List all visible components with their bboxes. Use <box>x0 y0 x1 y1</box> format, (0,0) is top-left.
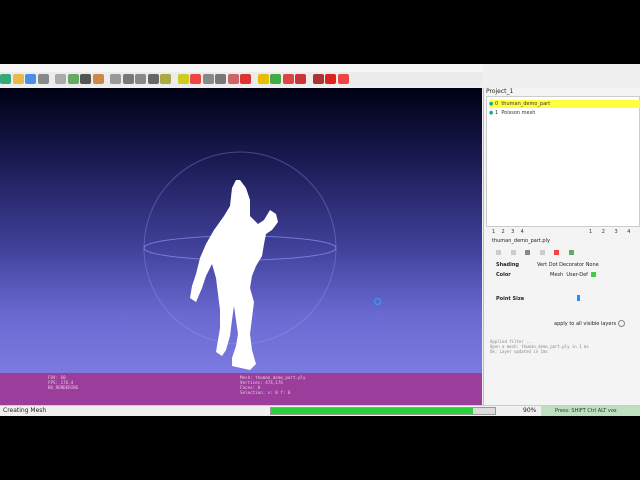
new-icon[interactable] <box>0 74 11 84</box>
layer-row-0[interactable]: ● 0 thuman_demo_part <box>489 100 640 108</box>
open-icon[interactable] <box>12 74 24 84</box>
brush-icon[interactable] <box>215 74 226 84</box>
points-icon[interactable] <box>496 250 501 255</box>
layer-list: ● 0 thuman_demo_part ● 1 Poisson mesh <box>486 96 640 227</box>
box-icon[interactable] <box>568 250 574 255</box>
decorator-icons <box>496 250 574 256</box>
status-bar: Creating Mesh 90% Press: SHIFT Ctrl ALT … <box>0 405 640 416</box>
light-icon[interactable] <box>202 74 214 84</box>
shading-options[interactable]: Vert Dot Decorator None <box>537 262 599 268</box>
tab-4[interactable]: 4 <box>627 229 630 235</box>
color-mode-select[interactable]: Mesh User-Def <box>550 272 597 278</box>
close-icon[interactable] <box>325 74 336 84</box>
progress-label: 90% <box>523 407 537 414</box>
save-icon[interactable] <box>25 74 36 84</box>
layer-name: thuman_demo_part <box>501 101 551 107</box>
save-all-icon[interactable] <box>37 74 49 84</box>
texture-icon[interactable] <box>190 74 201 84</box>
flag-icon[interactable] <box>282 74 294 84</box>
tab-1[interactable]: 1 <box>492 229 495 235</box>
tab-2[interactable]: 2 <box>602 229 605 235</box>
project-title: Project_1 <box>486 88 514 95</box>
color-swatch[interactable] <box>591 272 597 277</box>
camera-icon[interactable] <box>80 74 91 84</box>
apply-all-checkbox[interactable]: apply to all visible layers <box>554 320 625 327</box>
progress-fill <box>271 408 473 414</box>
selection-label: Selection: v: 0 f: 0 <box>240 390 291 395</box>
view-tabs-right: 1 2 3 4 <box>589 229 630 235</box>
cursor-ring <box>374 298 381 305</box>
tab-4[interactable]: 4 <box>521 229 524 235</box>
main-toolbar <box>0 72 483 86</box>
title-bar <box>0 64 483 72</box>
color-label: Color <box>496 272 511 278</box>
checkbox-icon <box>617 320 625 327</box>
scale-icon[interactable] <box>147 74 159 84</box>
cube-icon[interactable] <box>92 74 104 84</box>
progress-bar <box>270 407 496 415</box>
solid-icon[interactable] <box>525 250 531 255</box>
measure-icon[interactable] <box>160 74 171 84</box>
info-icon[interactable] <box>257 74 269 84</box>
select-icon[interactable] <box>110 74 121 84</box>
wand-icon[interactable] <box>227 74 239 84</box>
tab-3[interactable]: 3 <box>614 229 617 235</box>
status-text: Creating Mesh <box>3 407 47 414</box>
layer-row-1[interactable]: ● 1 Poisson mesh <box>489 109 640 117</box>
rotate-icon[interactable] <box>135 74 146 84</box>
wire-icon[interactable] <box>510 250 516 255</box>
mesh-render <box>143 151 337 370</box>
paint-icon[interactable] <box>240 74 251 84</box>
point-size-slider[interactable] <box>577 295 580 301</box>
render-mode-label: BO_RENDERING <box>48 385 79 390</box>
flat-icon[interactable] <box>539 250 545 255</box>
tab-1[interactable]: 1 <box>589 229 592 235</box>
texture-icon[interactable] <box>554 250 560 255</box>
grid-icon[interactable] <box>55 74 66 84</box>
layer-name: Poisson mesh <box>501 110 536 116</box>
viewport-info-bar: FOV: 60 FPS: 176.4 BO_RENDERING Mesh: th… <box>0 373 482 405</box>
layer-panel: Project_1 ● 0 thuman_demo_part ● 1 Poiss… <box>483 88 640 405</box>
pick-icon[interactable] <box>270 74 281 84</box>
3d-viewport[interactable] <box>0 88 482 373</box>
tab-2[interactable]: 2 <box>502 229 505 235</box>
move-icon[interactable] <box>122 74 134 84</box>
layer-file-label: thuman_demo_part.ply <box>492 238 550 244</box>
tools-icon[interactable] <box>312 74 324 84</box>
human-scan-silhouette <box>190 180 278 370</box>
fill-icon[interactable] <box>295 74 306 84</box>
view-tabs-left: 1 2 3 4 <box>492 229 524 235</box>
app-window: FOV: 60 FPS: 176.4 BO_RENDERING Mesh: th… <box>0 64 640 416</box>
log-panel: Applied filter ... Open a mesh: thuman_d… <box>490 339 589 354</box>
tab-3[interactable]: 3 <box>511 229 514 235</box>
key-hint: Press: SHIFT Ctrl ALT vox <box>541 406 640 416</box>
annotate-icon[interactable] <box>177 74 189 84</box>
point-size-label: Point Size <box>496 296 525 302</box>
settings-icon[interactable] <box>337 74 349 84</box>
shading-label: Shading <box>496 262 519 268</box>
eye-icon[interactable] <box>67 74 79 84</box>
